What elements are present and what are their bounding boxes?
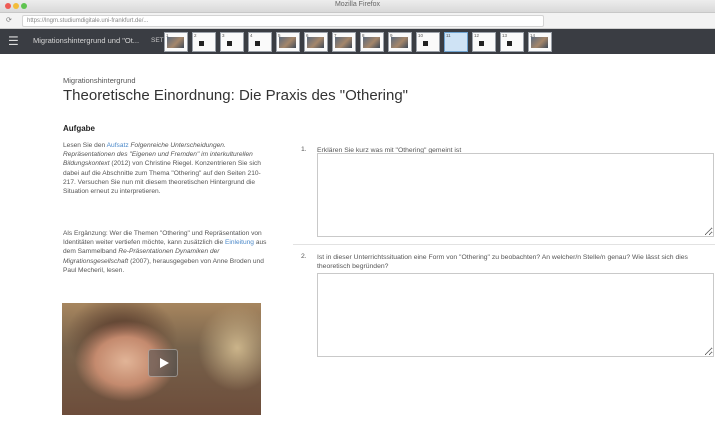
task-text: Lesen Sie den [63,142,107,149]
thumbnail-image [279,37,296,48]
url-text: https://lngm.studiumdigitale.uni-frankfu… [27,18,149,24]
page-thumbnail-number: 10 [418,33,424,38]
page-thumbnail[interactable]: 2 [192,32,216,52]
page-thumbnail[interactable]: 4 [248,32,272,52]
answer-2-field[interactable] [317,273,714,357]
page-thumbnail-number: 4 [250,33,253,38]
video-player[interactable] [62,303,261,415]
thumbnail-mark [479,41,484,46]
page-thumbnail-number: 11 [446,33,451,38]
task-paragraph: Lesen Sie den Aufsatz Folgenreiche Unter… [63,141,268,196]
answer-1-field[interactable] [317,153,714,237]
section-eyebrow: Migrationshintergrund [63,76,136,85]
thumbnail-mark [199,41,204,46]
page-thumbnail[interactable]: 8 [360,32,384,52]
window-titlebar: Mozilla Firefox [0,0,715,13]
page-thumbnail[interactable]: 3 [220,32,244,52]
page-thumbnail[interactable]: 11 [444,32,468,52]
breadcrumb[interactable]: Migrationshintergrund und "Ot... [33,36,139,45]
page-thumbnail[interactable]: 13 [500,32,524,52]
page-thumbnail-number: 13 [502,33,508,38]
page-thumbnail-number: 3 [222,33,225,38]
app-navbar: ☰ Migrationshintergrund und "Ot... SET 1… [0,29,715,54]
thumbnail-image [167,37,184,48]
thumbnail-image [335,37,352,48]
task-heading: Aufgabe [63,124,95,133]
supplement-paragraph: Als Ergänzung: Wer die Themen "Othering"… [63,229,268,275]
page-thumbnail[interactable]: 9 [388,32,412,52]
page-thumbnail-number: 2 [194,33,197,38]
question-2-text: Ist in dieser Unterrichtssituation eine … [317,254,688,270]
thumbnail-mark [255,41,260,46]
page-thumbnail[interactable]: 7 [332,32,356,52]
page-thumbnail-strip: 1 2 3 4 5 6 7 8 9 10 11 12 13 14 [164,32,552,52]
question-2-number: 2. [301,253,307,260]
page-thumbnail[interactable]: 5 [276,32,300,52]
thumbnail-mark [507,41,512,46]
play-icon[interactable] [148,349,178,377]
address-bar[interactable]: https://lngm.studiumdigitale.uni-frankfu… [22,15,544,27]
thumbnail-image [531,37,548,48]
page-thumbnail[interactable]: 10 [416,32,440,52]
thumbnail-mark [227,41,232,46]
page-title: Theoretische Einordnung: Die Praxis des … [63,87,408,104]
browser-toolbar: ⟳ https://lngm.studiumdigitale.uni-frank… [0,13,715,29]
page-thumbnail[interactable]: 6 [304,32,328,52]
thumbnail-image [363,37,380,48]
question-1-number: 1. [301,146,307,153]
question-divider [293,244,715,245]
page-thumbnail[interactable]: 12 [472,32,496,52]
thumbnail-image [307,37,324,48]
page-thumbnail-number: 12 [474,33,480,38]
essay-link[interactable]: Aufsatz [107,142,129,149]
reload-icon[interactable]: ⟳ [6,16,12,24]
thumbnail-mark [423,41,428,46]
page-thumbnail[interactable]: 1 [164,32,188,52]
thumbnail-image [391,37,408,48]
page-thumbnail[interactable]: 14 [528,32,552,52]
window-title: Mozilla Firefox [334,1,381,8]
introduction-link[interactable]: Einleitung [225,239,254,246]
hamburger-icon[interactable]: ☰ [8,35,21,47]
